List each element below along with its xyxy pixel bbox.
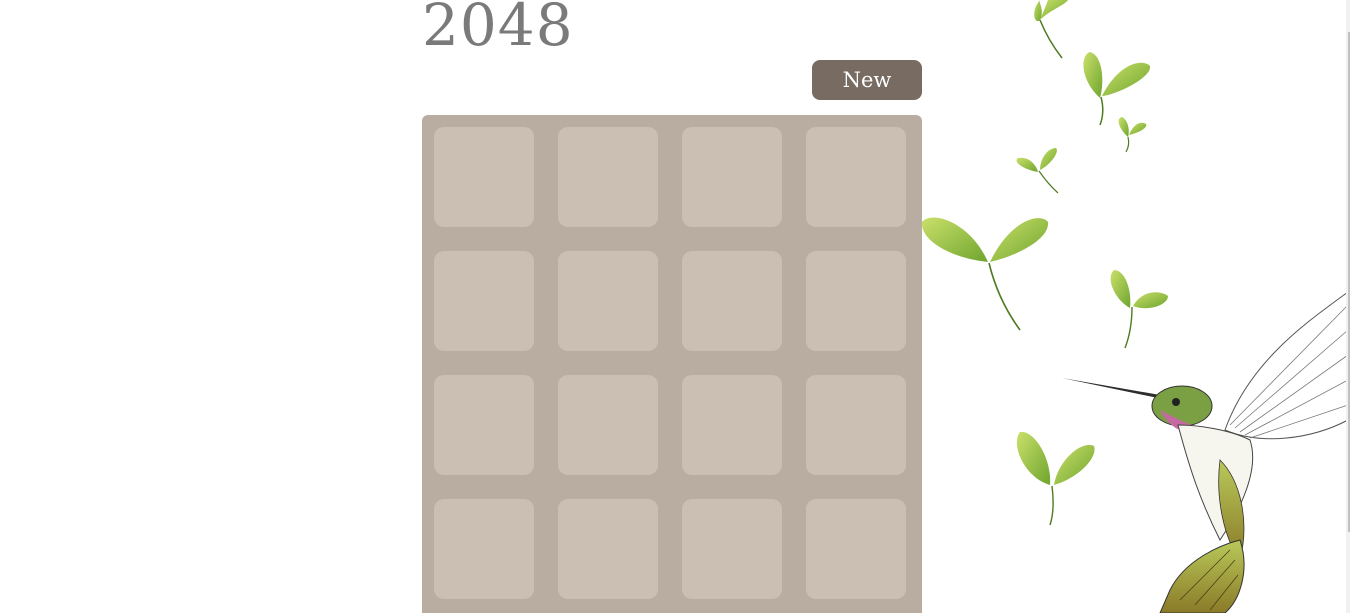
leaf-icon xyxy=(1083,52,1151,126)
grid-cell-2-2 xyxy=(682,375,782,475)
leaf-icon xyxy=(1016,431,1095,526)
grid-cell-3-2 xyxy=(682,499,782,599)
game-title: 2048 xyxy=(422,0,574,59)
leaf-icon xyxy=(1110,270,1168,349)
game-page: 2048 New Game xyxy=(0,0,1350,613)
grid-cell-1-3 xyxy=(806,251,906,351)
grid-cell-0-2 xyxy=(682,127,782,227)
grid-cell-3-0 xyxy=(434,499,534,599)
grid-cell-2-1 xyxy=(558,375,658,475)
hummingbird-icon xyxy=(1062,291,1349,613)
grid-cell-3-1 xyxy=(558,499,658,599)
grid-cell-0-3 xyxy=(806,127,906,227)
grid-cell-1-0 xyxy=(434,251,534,351)
grid-cell-0-0 xyxy=(434,127,534,227)
new-game-button[interactable]: New Game xyxy=(812,60,922,132)
grid-cell-1-2 xyxy=(682,251,782,351)
leaf-icon xyxy=(921,217,1049,331)
grid-cell-2-3 xyxy=(806,375,906,475)
grid-cell-2-0 xyxy=(434,375,534,475)
grid-cell-3-3 xyxy=(806,499,906,599)
game-board[interactable] xyxy=(422,115,922,613)
leaf-icon xyxy=(1118,117,1147,153)
hummingbird-illustration xyxy=(921,0,1349,613)
grid-cell-0-1 xyxy=(558,127,658,227)
grid-cell-1-1 xyxy=(558,251,658,351)
leaf-icon xyxy=(1016,148,1059,194)
leaf-icon xyxy=(1034,0,1068,59)
